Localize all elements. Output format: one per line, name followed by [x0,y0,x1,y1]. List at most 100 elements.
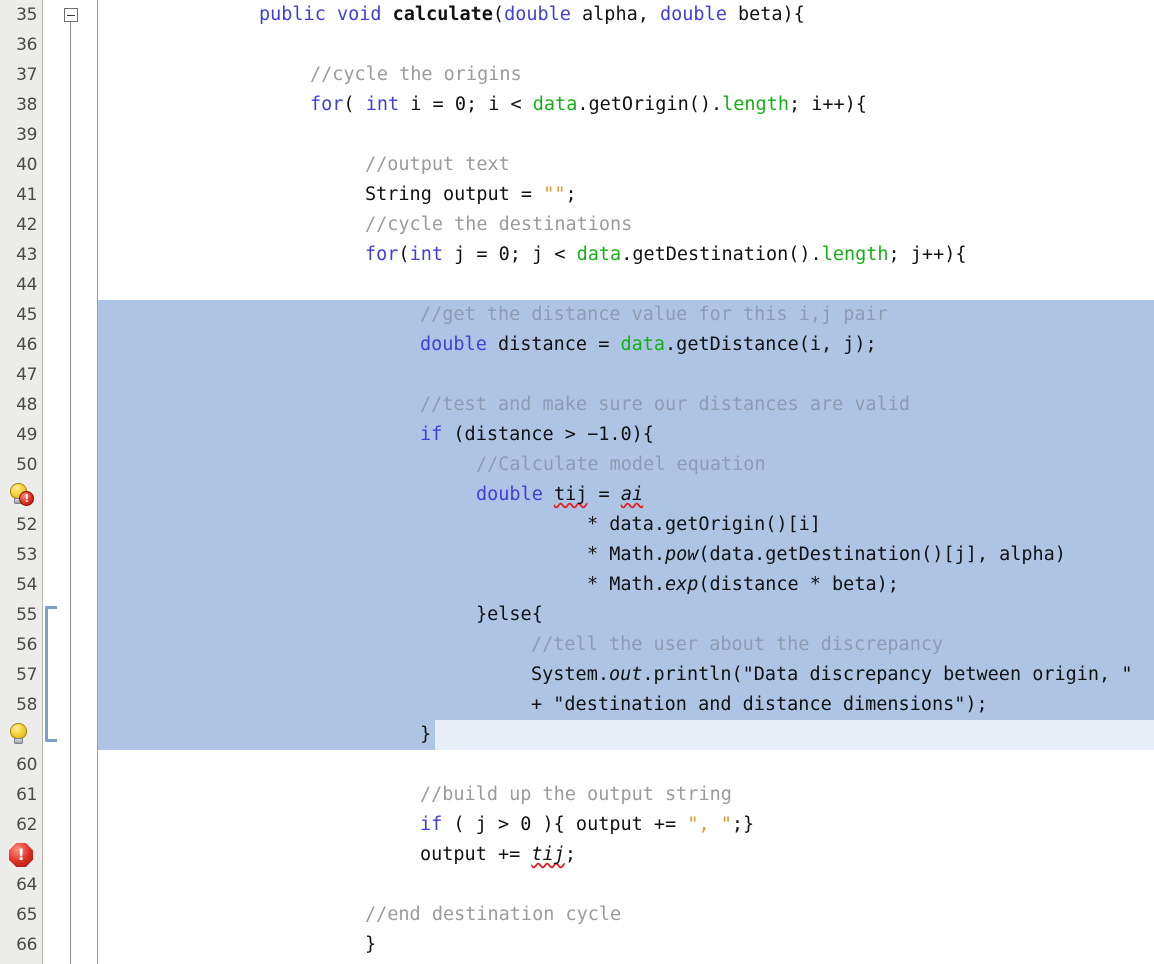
code-line-43[interactable]: for(int j = 0; j < data.getDestination()… [98,240,1154,270]
lightbulb-glass [10,723,27,739]
line-number-54[interactable]: 54 [0,570,42,600]
fold-collapse-icon[interactable] [64,8,78,22]
code-line-38[interactable]: for( int i = 0; i < data.getOrigin().len… [98,90,1154,120]
line-number-53[interactable]: 53 [0,540,42,570]
code-line-44[interactable] [98,270,1154,300]
lightbulb-base [14,738,23,744]
line-number-47[interactable]: 47 [0,360,42,390]
token-38-7: ; i++){ [788,94,867,115]
token-43-1: ( [398,244,410,265]
line-number-43[interactable]: 43 [0,240,42,270]
line-number-gutter[interactable]: 35363738394041424344454647484950 52535455… [0,0,43,964]
code-line-39[interactable] [98,120,1154,150]
code-fold-column[interactable] [43,0,98,964]
token-65-0: //end destination cycle [365,904,622,925]
token-51-2: tij [553,484,588,505]
line-number-38[interactable]: 38 [0,90,42,120]
code-line-58[interactable]: + "destination and distance dimensions")… [98,690,1154,720]
line-number-37[interactable]: 37 [0,60,42,90]
code-line-66[interactable]: } [98,930,1154,960]
line-number-61[interactable]: 61 [0,780,42,810]
line-number-49[interactable]: 49 [0,420,42,450]
line-number-42[interactable]: 42 [0,210,42,240]
error-icon[interactable] [7,842,35,868]
code-line-53[interactable]: * Math.pow(data.getDestination()[j], alp… [98,540,1154,570]
token-41-0: String [365,184,432,205]
token-49-0: if [420,424,443,445]
line-number-58[interactable]: 58 [0,690,42,720]
line-number-60[interactable]: 60 [0,750,42,780]
code-line-49[interactable]: if (distance > −1.0){ [98,420,1154,450]
line-number-56[interactable]: 56 [0,630,42,660]
token-57-0: System. [531,664,609,685]
gutter-row-59[interactable] [0,720,42,750]
line-number-36[interactable]: 36 [0,30,42,60]
code-line-52[interactable]: * data.getOrigin()[i] [98,510,1154,540]
code-line-45[interactable]: //get the distance value for this i,j pa… [98,300,1154,330]
line-number-45[interactable]: 45 [0,300,42,330]
line-number-39[interactable]: 39 [0,120,42,150]
lightbulb-icon[interactable] [7,722,35,748]
token-51-1 [543,484,554,505]
lightbulb-error-icon[interactable] [7,482,35,508]
token-43-3: j = 0; j < [442,244,577,265]
line-number-46[interactable]: 46 [0,330,42,360]
code-line-42[interactable]: //cycle the destinations [98,210,1154,240]
code-line-62[interactable]: if ( j > 0 ){ output += ", ";} [98,810,1154,840]
line-number-62[interactable]: 62 [0,810,42,840]
code-line-36[interactable] [98,30,1154,60]
code-line-63[interactable]: output += tij; [98,840,1154,870]
code-line-55[interactable]: }else{ [98,600,1154,630]
token-53-1: pow [664,544,699,565]
code-line-64[interactable] [98,870,1154,900]
token-53-0: * Math. [587,544,665,565]
code-line-56[interactable]: //tell the user about the discrepancy [98,630,1154,660]
code-line-47[interactable] [98,360,1154,390]
code-line-37[interactable]: //cycle the origins [98,60,1154,90]
token-38-6: length [722,94,789,115]
line-number-41[interactable]: 41 [0,180,42,210]
code-editor[interactable]: 35363738394041424344454647484950 52535455… [0,0,1154,964]
line-number-50[interactable]: 50 [0,450,42,480]
line-number-52[interactable]: 52 [0,510,42,540]
gutter-row-63[interactable] [0,840,42,870]
token-66-0: } [365,934,377,955]
line-number-66[interactable]: 66 [0,930,42,960]
token-38-2: int [365,94,400,115]
code-line-60[interactable] [98,750,1154,780]
code-line-54[interactable]: * Math.exp(distance * beta); [98,570,1154,600]
line-number-35[interactable]: 35 [0,0,42,30]
code-line-51[interactable]: double tij = ai [98,480,1154,510]
token-54-1: exp [664,574,699,595]
token-49-1: (distance > −1.0){ [442,424,654,445]
code-line-40[interactable]: //output text [98,150,1154,180]
gutter-row-51[interactable] [0,480,42,510]
code-line-61[interactable]: //build up the output string [98,780,1154,810]
code-line-41[interactable]: String output = ""; [98,180,1154,210]
fold-bracket-icon[interactable] [45,606,57,742]
code-line-35[interactable]: public void calculate(double alpha, doub… [98,0,1154,30]
line-number-40[interactable]: 40 [0,150,42,180]
line-number-55[interactable]: 55 [0,600,42,630]
token-59-0: } [420,724,432,745]
line-number-64[interactable]: 64 [0,870,42,900]
token-46-1: distance = [486,334,621,355]
code-line-50[interactable]: //Calculate model equation [98,450,1154,480]
code-line-57[interactable]: System.out.println("Data discrepancy bet… [98,660,1154,690]
token-38-1: ( [343,94,366,115]
line-number-57[interactable]: 57 [0,660,42,690]
code-line-59[interactable]: } [98,720,1154,750]
line-number-48[interactable]: 48 [0,390,42,420]
token-35-9: beta){ [726,4,805,25]
token-35-0: public [259,4,326,25]
code-line-65[interactable]: //end destination cycle [98,900,1154,930]
code-content-area[interactable]: public void calculate(double alpha, doub… [98,0,1154,964]
token-57-2: .println("Data discrepancy between origi… [642,664,1133,685]
fold-stem-line [70,22,71,964]
line-number-65[interactable]: 65 [0,900,42,930]
code-line-46[interactable]: double distance = data.getDistance(i, j)… [98,330,1154,360]
line-number-44[interactable]: 44 [0,270,42,300]
token-51-0: double [476,484,543,505]
code-line-48[interactable]: //test and make sure our distances are v… [98,390,1154,420]
token-35-5: ( [492,4,505,25]
